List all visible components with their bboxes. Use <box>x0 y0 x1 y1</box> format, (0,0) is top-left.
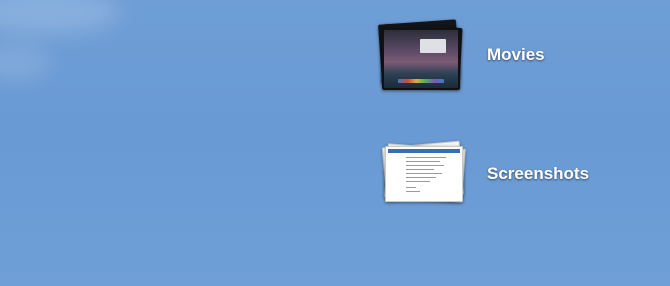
text-line <box>406 157 446 158</box>
dialog-thumbnail <box>420 39 446 53</box>
screenshots-stack-label[interactable]: Screenshots <box>487 164 589 184</box>
dock-thumbnail <box>398 79 444 83</box>
text-line <box>406 181 430 182</box>
text-line <box>406 177 436 178</box>
text-line <box>406 173 442 174</box>
cloud-decoration <box>0 0 120 35</box>
movies-stack-icon <box>382 28 460 90</box>
screenshots-stack-icon <box>385 146 463 202</box>
movies-stack-label[interactable]: Movies <box>487 45 545 65</box>
desktop: Movies Screenshots <box>0 0 670 286</box>
text-line <box>406 161 440 162</box>
text-line <box>406 165 444 166</box>
document-toolbar-thumbnail <box>388 149 460 153</box>
cloud-decoration <box>0 45 50 80</box>
text-line <box>406 169 434 170</box>
text-line <box>406 191 420 192</box>
movies-stack[interactable] <box>374 16 474 98</box>
screenshots-stack[interactable] <box>378 138 474 208</box>
text-line <box>406 187 416 188</box>
